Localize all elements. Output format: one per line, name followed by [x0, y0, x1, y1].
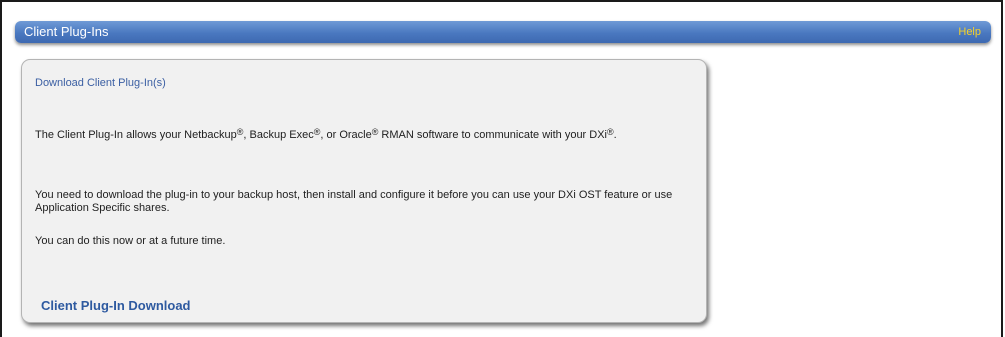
help-link[interactable]: Help — [958, 25, 981, 39]
download-panel: Download Client Plug-In(s) The Client Pl… — [21, 59, 707, 323]
description-text: , or Oracle — [320, 129, 372, 141]
description-text: , Backup Exec — [243, 129, 314, 141]
page-title: Client Plug-Ins — [24, 24, 109, 39]
description-text: The Client Plug-In allows your Netbackup — [35, 129, 237, 141]
timing-note: You can do this now or at a future time. — [35, 235, 226, 247]
registered-mark: ® — [607, 127, 614, 137]
install-instructions: You need to download the plug-in to your… — [35, 189, 673, 214]
description-text: . — [613, 129, 617, 141]
panel-title: Download Client Plug-In(s) — [35, 77, 166, 89]
section-header: Client Plug-Ins Help — [15, 21, 991, 43]
client-plugin-download-link[interactable]: Client Plug-In Download — [41, 298, 191, 314]
plugin-description: The Client Plug-In allows your Netbackup… — [35, 127, 695, 142]
description-text: RMAN software to communicate with your D… — [378, 129, 608, 141]
